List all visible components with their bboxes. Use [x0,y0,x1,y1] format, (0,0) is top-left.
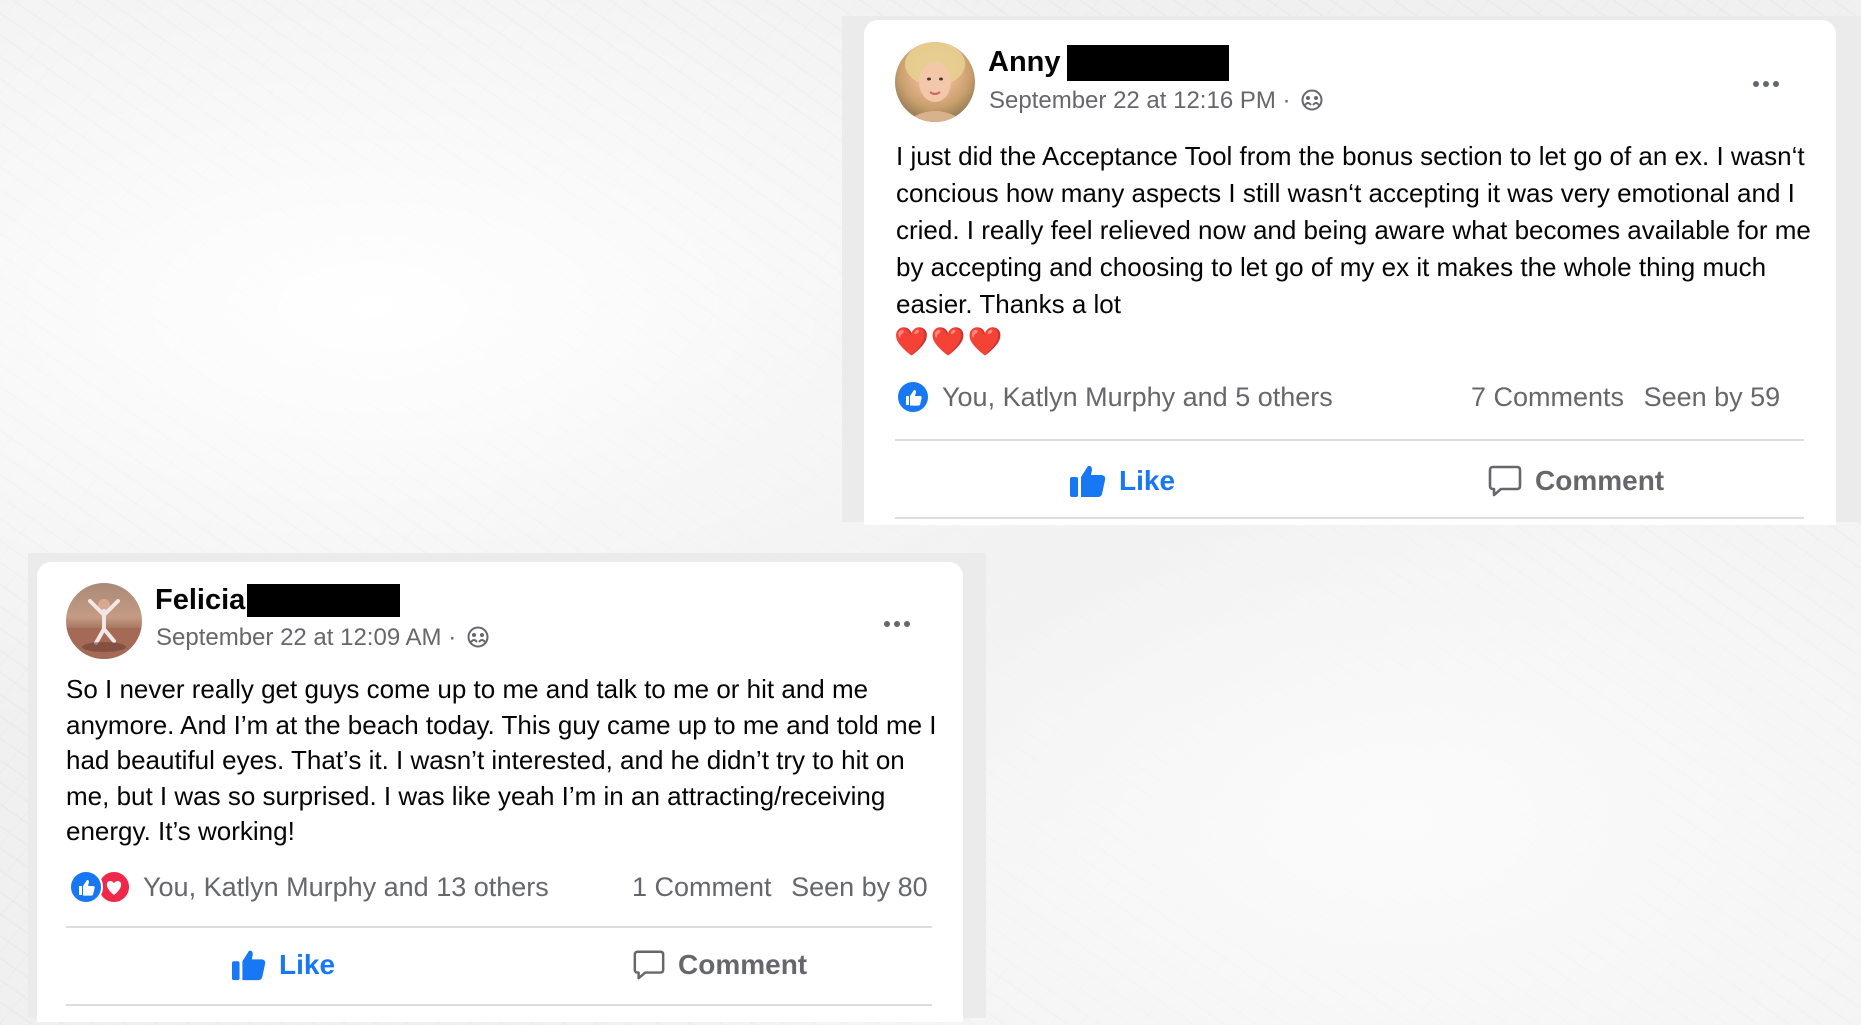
seen-count[interactable]: Seen by 59 [1644,382,1781,412]
comment-label: Comment [678,949,808,980]
redacted-surname [247,584,400,617]
avatar-photo [905,42,965,122]
post-card-felicia: Felicia September 22 at 12:09 AM · So I … [37,562,963,1022]
like-label: Like [1119,465,1176,496]
thumbs-up-icon [1070,465,1106,497]
post-body: So I never really get guys come up to me… [66,674,937,846]
actions-divider-top [895,439,1804,441]
reactions-summary[interactable]: You, Katlyn Murphy and 13 others [69,870,549,904]
redacted-surname [1067,45,1229,81]
post-body: I just did the Acceptance Tool from the … [896,141,1811,319]
post-timestamp[interactable]: September 22 at 12:09 AM [156,624,442,651]
avatar-photo [66,599,142,659]
seen-count[interactable]: Seen by 80 [791,872,928,902]
post-stats: 7 Comments Seen by 59 [1471,382,1780,413]
comment-button[interactable]: Comment [1487,463,1664,499]
thumbs-up-icon [232,950,266,981]
author-name[interactable]: Anny [988,46,1061,79]
heart-emojis: ❤️❤️❤️ [894,326,1005,357]
reactions-text[interactable]: You, Katlyn Murphy and 5 others [942,382,1333,413]
comment-button[interactable]: Comment [632,948,807,982]
meta-separator: · [448,624,457,651]
comments-count[interactable]: 7 Comments [1471,382,1624,412]
comment-label: Comment [1535,465,1665,496]
more-options-icon[interactable] [1753,74,1783,92]
comment-bubble-icon [1488,465,1522,497]
group-privacy-icon [467,626,489,655]
comments-count[interactable]: 1 Comment [632,872,772,902]
like-button[interactable]: Like [231,948,335,982]
actions-divider-bottom [66,1004,932,1006]
like-reaction-icon [69,870,103,904]
like-button[interactable]: Like [1069,463,1175,499]
like-label: Like [279,949,336,980]
more-options-icon[interactable] [884,614,914,632]
post-meta: September 22 at 12:16 PM · [989,87,1323,118]
post-meta: September 22 at 12:09 AM · [156,624,489,655]
group-privacy-icon [1301,89,1323,118]
author-avatar[interactable] [66,583,142,659]
author-name[interactable]: Felicia [155,584,245,617]
author-avatar[interactable] [895,42,975,122]
comment-bubble-icon [633,950,665,980]
actions-divider-top [66,926,932,928]
meta-separator: · [1282,87,1291,114]
reactions-summary[interactable]: You, Katlyn Murphy and 5 others [896,380,1333,414]
post-stats: 1 Comment Seen by 80 [632,872,928,903]
reactions-text[interactable]: You, Katlyn Murphy and 13 others [143,872,549,903]
post-timestamp[interactable]: September 22 at 12:16 PM [989,87,1276,114]
post-card-anny: Anny September 22 at 12:16 PM · I just d… [864,20,1836,525]
like-reaction-icon [896,380,930,414]
actions-divider-bottom [895,517,1804,519]
